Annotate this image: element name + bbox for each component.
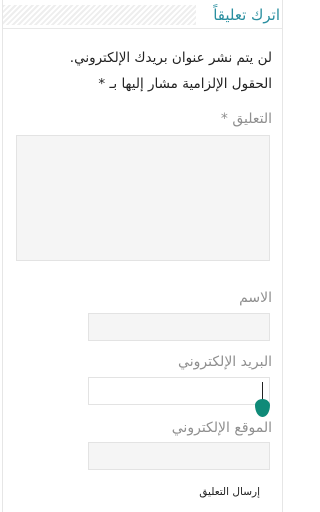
comment-form-title: اترك تعليقاً bbox=[213, 6, 280, 24]
name-input[interactable] bbox=[88, 313, 270, 341]
header-divider bbox=[3, 28, 282, 29]
comment-label-text: التعليق bbox=[232, 111, 272, 127]
submit-comment-button[interactable]: إرسال التعليق bbox=[199, 484, 260, 500]
website-label: الموقع الإلكتروني bbox=[171, 420, 272, 436]
comment-label: التعليق * bbox=[221, 109, 272, 129]
header-pattern-strip bbox=[3, 5, 196, 25]
email-label: البريد الإلكتروني bbox=[178, 354, 272, 370]
comment-textarea[interactable] bbox=[16, 135, 270, 261]
website-input[interactable] bbox=[88, 442, 270, 470]
required-fields-notice: الحقول الإلزامية مشار إليها بـ * bbox=[98, 74, 272, 94]
required-fields-notice-text: الحقول الإلزامية مشار إليها بـ bbox=[109, 76, 272, 92]
comment-required-marker: * bbox=[220, 111, 228, 127]
name-label: الاسم bbox=[239, 290, 272, 306]
email-privacy-notice: لن يتم نشر عنوان بريدك الإلكتروني. bbox=[69, 50, 272, 66]
required-marker: * bbox=[98, 76, 106, 92]
email-input[interactable] bbox=[88, 377, 270, 405]
